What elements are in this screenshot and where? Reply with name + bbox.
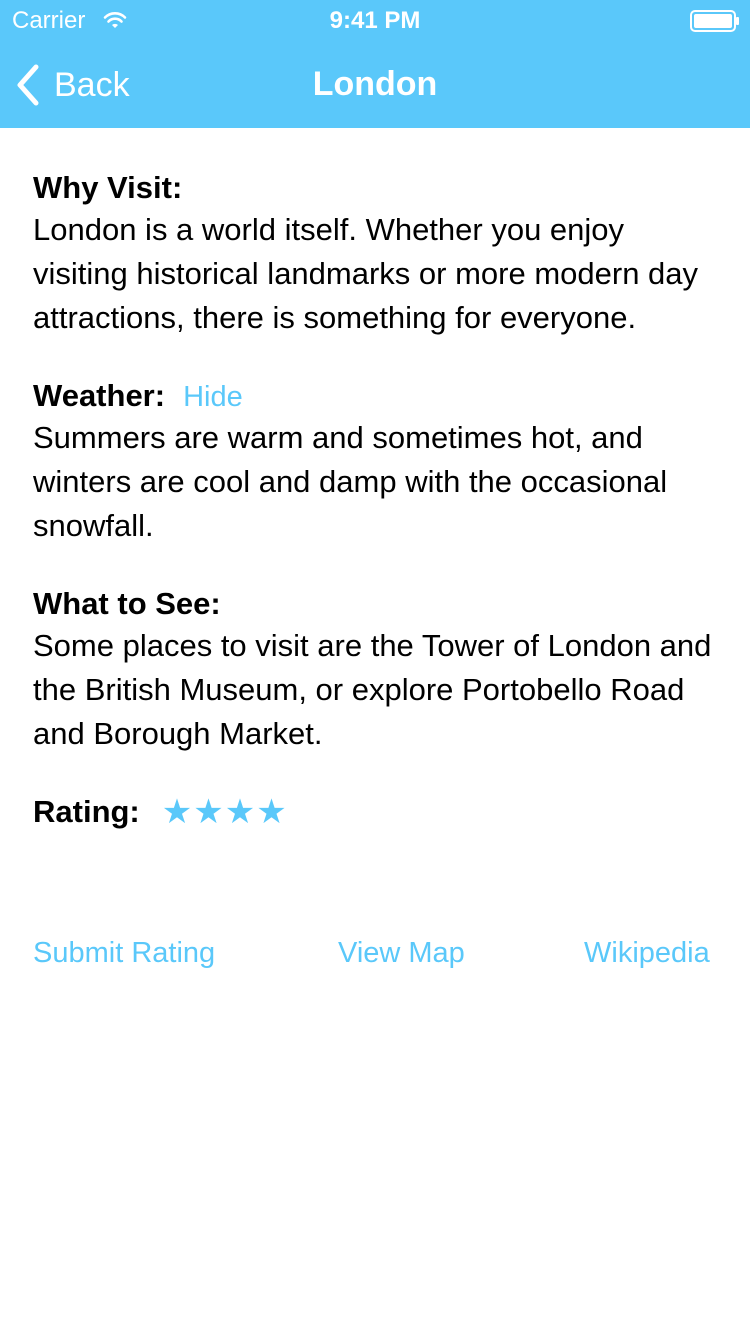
weather-heading-row: Weather: Hide (33, 376, 723, 416)
battery-icon (690, 10, 739, 32)
weather-hide-button[interactable]: Hide (183, 381, 243, 414)
rating-heading: Rating: (33, 794, 140, 829)
why-visit-section: Why Visit: London is a world itself. Whe… (33, 168, 723, 340)
why-visit-heading: Why Visit: (33, 170, 183, 205)
rating-row: Rating: ★ ★ ★ ★ (33, 792, 723, 832)
weather-heading: Weather: (33, 378, 166, 413)
star-icon: ★ (193, 793, 224, 831)
weather-section: Weather: Hide Summers are warm and somet… (33, 376, 723, 548)
what-to-see-section: What to See: Some places to visit are th… (33, 584, 723, 756)
status-time: 9:41 PM (329, 7, 421, 34)
detail-content: Why Visit: London is a world itself. Whe… (33, 168, 723, 832)
view-map-button[interactable]: View Map (338, 930, 465, 976)
submit-rating-button[interactable]: Submit Rating (33, 930, 215, 976)
what-to-see-heading: What to See: (33, 586, 221, 621)
what-to-see-text: Some places to visit are the Tower of Lo… (33, 628, 712, 751)
star-icon: ★ (256, 793, 287, 831)
wikipedia-button[interactable]: Wikipedia (584, 930, 710, 976)
screen: Carrier 9:41 PM Back London Why Visit: L… (0, 0, 750, 1334)
star-icon: ★ (161, 793, 193, 831)
why-visit-text: London is a world itself. Whether you en… (33, 212, 699, 335)
nav-title: London (312, 65, 438, 103)
weather-text: Summers are warm and sometimes hot, and … (33, 420, 668, 543)
navigation-bar: Carrier 9:41 PM Back London (0, 0, 750, 128)
action-buttons: Submit Rating View Map Wikipedia (0, 930, 750, 980)
star-icon: ★ (224, 793, 256, 831)
rating-stars: ★ ★ ★ ★ (162, 792, 288, 832)
